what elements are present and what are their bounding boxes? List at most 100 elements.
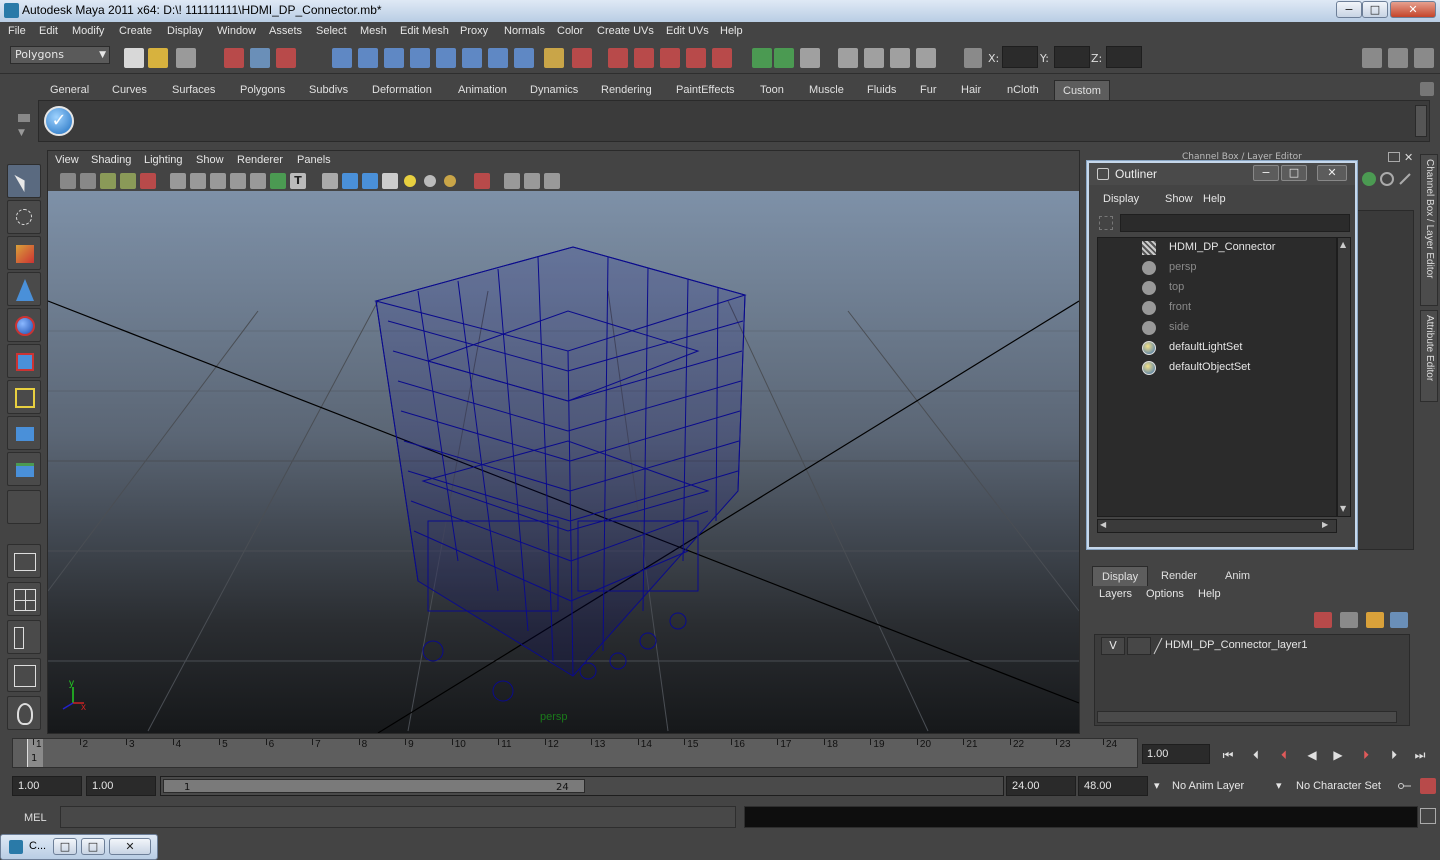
menu-set-dropdown[interactable]: Polygons ▼	[10, 46, 110, 64]
select-joints-icon[interactable]	[358, 48, 378, 68]
hypershade-button[interactable]	[7, 696, 41, 730]
construction-history-icon[interactable]	[800, 48, 820, 68]
panel-close-icon[interactable]: ✕	[1404, 151, 1413, 164]
select-component-icon[interactable]	[276, 48, 296, 68]
layer-playback-toggle[interactable]	[1127, 637, 1151, 655]
shelf-tab-general[interactable]: General	[42, 80, 97, 100]
new-layer-icon[interactable]	[1314, 612, 1332, 628]
lasso-tool-button[interactable]	[7, 200, 41, 234]
x-field[interactable]	[1002, 46, 1038, 68]
go-to-start-button[interactable]: ⏮	[1218, 746, 1238, 764]
select-rendering-icon[interactable]	[488, 48, 508, 68]
last-tool-button[interactable]	[7, 490, 41, 524]
select-object-icon[interactable]	[250, 48, 270, 68]
menu-help[interactable]: Help	[720, 25, 743, 37]
high-quality-icon[interactable]	[444, 175, 456, 187]
xray-joints-icon[interactable]	[524, 173, 540, 189]
select-surfaces-icon[interactable]	[410, 48, 430, 68]
shelf-menu-button[interactable]: ▼	[12, 110, 36, 142]
safe-title-icon[interactable]: T	[290, 173, 306, 189]
outliner-horizontal-scrollbar[interactable]: ◀ ▶	[1097, 519, 1337, 533]
shelf-tab-subdivs[interactable]: Subdivs	[301, 80, 356, 100]
menu-edit[interactable]: Edit	[39, 25, 58, 37]
use-all-lights-icon[interactable]	[404, 175, 416, 187]
soft-modification-button[interactable]	[7, 416, 41, 450]
film-gate-icon[interactable]	[190, 173, 206, 189]
step-back-frame-button[interactable]: ⏴	[1246, 746, 1266, 764]
menu-edit-mesh[interactable]: Edit Mesh	[400, 25, 449, 37]
select-curves-icon[interactable]	[384, 48, 404, 68]
gate-mask-icon[interactable]	[230, 173, 246, 189]
show-manipulator-button[interactable]	[7, 452, 41, 486]
menu-assets[interactable]: Assets	[269, 25, 302, 37]
menu-create-uvs[interactable]: Create UVs	[597, 25, 654, 37]
playback-start-field[interactable]: 1.00	[86, 776, 156, 796]
menu-modify[interactable]: Modify	[72, 25, 104, 37]
smooth-shade-icon[interactable]	[342, 173, 358, 189]
shelf-tab-fur[interactable]: Fur	[912, 80, 945, 100]
shelf-tab-toon[interactable]: Toon	[752, 80, 792, 100]
shelf-tab-fluids[interactable]: Fluids	[859, 80, 904, 100]
minimized-window[interactable]: C... □ □ ✕	[0, 834, 158, 860]
single-pane-layout-button[interactable]	[7, 544, 41, 578]
four-pane-layout-button[interactable]	[7, 582, 41, 616]
ipr-render-icon[interactable]	[890, 48, 910, 68]
select-dynamics-icon[interactable]	[462, 48, 482, 68]
menu-create[interactable]: Create	[119, 25, 152, 37]
minimize-button[interactable]: −	[1336, 1, 1362, 18]
outliner-menu-display[interactable]: Display	[1103, 193, 1139, 205]
vp-menu-lighting[interactable]: Lighting	[144, 154, 183, 166]
command-input[interactable]	[60, 806, 736, 828]
outliner-item-default-object-set[interactable]: defaultObjectSet	[1098, 358, 1336, 378]
select-hierarchy-icon[interactable]	[224, 48, 244, 68]
channel-box-icon[interactable]	[1362, 172, 1376, 186]
outliner-vertical-scrollbar[interactable]: ▲ ▼	[1337, 237, 1351, 517]
camera-attributes-icon[interactable]	[80, 173, 96, 189]
shelf-tab-custom[interactable]: Custom	[1054, 80, 1110, 100]
scroll-left-icon[interactable]: ◀	[1100, 520, 1106, 529]
z-field[interactable]	[1106, 46, 1142, 68]
chevron-down-icon[interactable]: ▾	[1272, 776, 1282, 796]
tool-settings-icon[interactable]	[1414, 48, 1434, 68]
end-time-field[interactable]: 48.00	[1078, 776, 1148, 796]
select-misc-icon[interactable]	[514, 48, 534, 68]
new-scene-icon[interactable]	[124, 48, 144, 68]
select-deformations-icon[interactable]	[436, 48, 456, 68]
isolate-select-icon[interactable]	[474, 173, 490, 189]
resolution-gate-icon[interactable]	[210, 173, 226, 189]
minimized-close-button[interactable]: ✕	[109, 838, 151, 855]
xray-icon[interactable]	[504, 173, 520, 189]
current-time-field[interactable]: 1.00	[1142, 744, 1210, 764]
outliner-item-top[interactable]: top	[1098, 278, 1336, 298]
minimized-restore-button[interactable]: □	[53, 838, 77, 855]
output-ops-icon[interactable]	[774, 48, 794, 68]
shelf-tab-muscle[interactable]: Muscle	[801, 80, 852, 100]
command-language-label[interactable]: MEL	[8, 808, 56, 828]
textured-icon[interactable]	[382, 173, 398, 189]
side-tab-attribute-editor[interactable]: Attribute Editor	[1420, 310, 1438, 402]
layer-editor-icon[interactable]	[1380, 172, 1394, 186]
scroll-right-icon[interactable]: ▶	[1322, 520, 1328, 529]
shelf-trash-icon[interactable]	[1420, 82, 1434, 96]
vp-menu-view[interactable]: View	[55, 154, 79, 166]
script-editor-icon[interactable]	[1420, 808, 1436, 824]
shelf-tab-painteffects[interactable]: PaintEffects	[668, 80, 743, 100]
camera-select-icon[interactable]	[60, 173, 76, 189]
layer-remove-icon[interactable]	[1390, 612, 1408, 628]
vp-menu-shading[interactable]: Shading	[91, 154, 131, 166]
select-handles-icon[interactable]	[332, 48, 352, 68]
menu-proxy[interactable]: Proxy	[460, 25, 488, 37]
outliner-close-button[interactable]: ✕	[1317, 165, 1347, 181]
maximize-button[interactable]: □	[1362, 1, 1388, 18]
2d-pan-zoom-icon[interactable]	[140, 173, 156, 189]
xray-components-icon[interactable]	[544, 173, 560, 189]
scroll-down-icon[interactable]: ▼	[1340, 504, 1346, 513]
shelf-tab-animation[interactable]: Animation	[450, 80, 515, 100]
menu-normals[interactable]: Normals	[504, 25, 545, 37]
render-current-icon[interactable]	[864, 48, 884, 68]
outliner-item-side[interactable]: side	[1098, 318, 1336, 338]
graph-layout-button[interactable]	[7, 658, 41, 692]
play-forwards-button[interactable]: ▶	[1328, 746, 1348, 764]
transform-mode-icon[interactable]	[964, 48, 982, 68]
menu-display[interactable]: Display	[167, 25, 203, 37]
